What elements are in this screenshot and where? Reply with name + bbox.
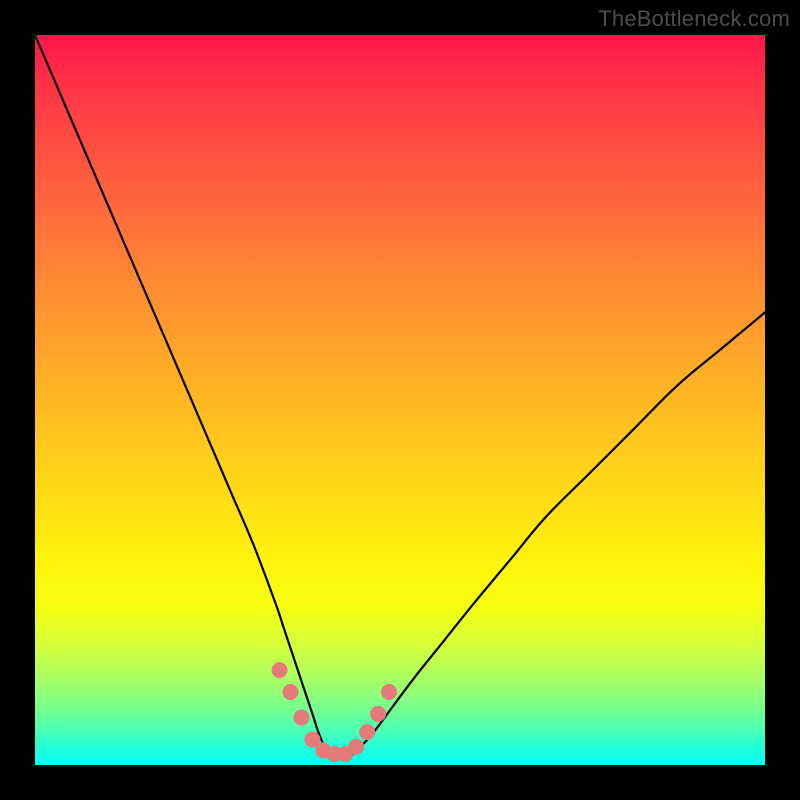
bottleneck-curve bbox=[35, 35, 765, 758]
highlight-dot bbox=[370, 706, 386, 722]
highlight-markers bbox=[272, 662, 398, 762]
highlight-dot bbox=[293, 710, 309, 726]
highlight-dot bbox=[283, 684, 299, 700]
highlight-dot bbox=[272, 662, 288, 678]
chart-frame: TheBottleneck.com bbox=[0, 0, 800, 800]
plot-area bbox=[35, 35, 765, 765]
highlight-dot bbox=[348, 739, 364, 755]
bottleneck-curve-svg bbox=[35, 35, 765, 765]
highlight-dot bbox=[381, 684, 397, 700]
watermark-text: TheBottleneck.com bbox=[598, 6, 790, 32]
highlight-dot bbox=[359, 724, 375, 740]
